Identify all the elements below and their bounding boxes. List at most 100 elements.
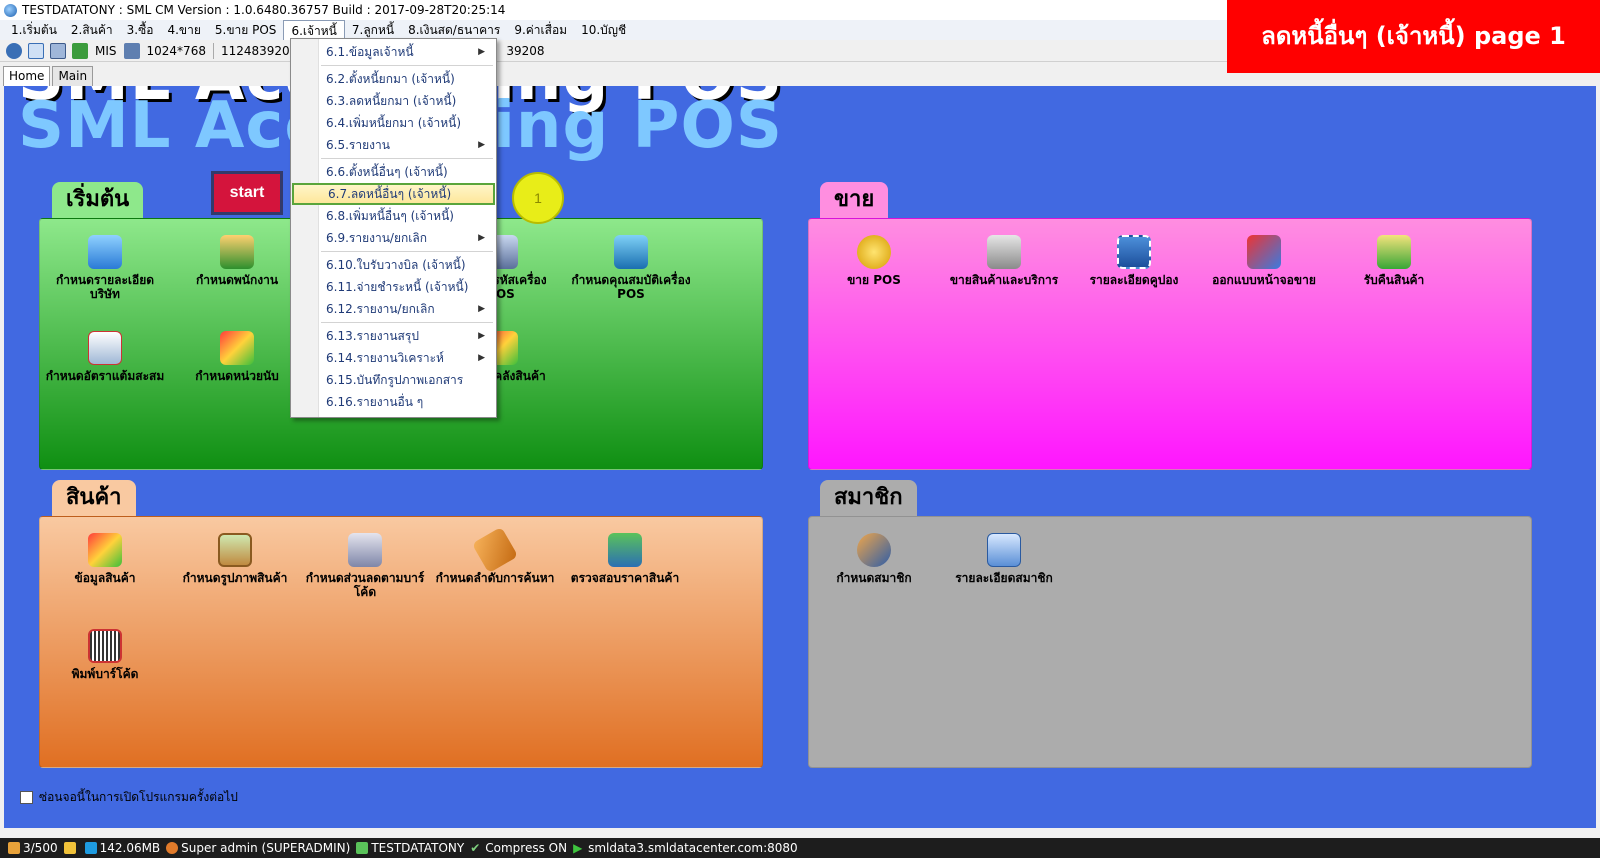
user-icon: [166, 842, 179, 854]
menu-creditor[interactable]: 6.เจ้าหนี้: [283, 20, 345, 40]
edit-document-icon: [88, 331, 122, 365]
menu-item-6-16[interactable]: 6.16.รายงานอื่น ๆ: [292, 391, 495, 413]
check-icon: ✔: [470, 841, 481, 855]
chart-icon[interactable]: [72, 42, 88, 59]
status-compress: Compress ON: [485, 841, 568, 855]
check-books-icon: [608, 533, 642, 567]
tag-icon: [471, 526, 519, 574]
menu-item-6-1[interactable]: 6.1.ข้อมูลเจ้าหนี้ ▶: [292, 41, 495, 63]
menu-item-6-6[interactable]: 6.6.ตั้งหนี้อื่นๆ (เจ้าหนี้): [292, 161, 495, 183]
tile-sell-goods-services[interactable]: ขายสินค้าและบริการ: [943, 235, 1065, 287]
menu-debtor[interactable]: 7.ลูกหนี้: [345, 20, 401, 40]
menu-item-6-2[interactable]: 6.2.ตั้งหนี้ยกมา (เจ้าหนี้): [292, 68, 495, 90]
menu-sell-pos[interactable]: 5.ขาย POS: [208, 20, 284, 40]
dont-show-label: ซ่อนจอนี้ในการเปิดโปรแกรมครั้งต่อไป: [39, 790, 238, 804]
menu-item-6-14[interactable]: 6.14.รายงานวิเคราะห์ ▶: [292, 347, 495, 369]
window-icon[interactable]: [28, 42, 44, 59]
tile-employees[interactable]: กำหนดพนักงาน: [176, 235, 298, 287]
page-banner: ลดหนี้อื่นๆ (เจ้าหนี้) page 1: [1227, 0, 1600, 73]
chevron-down-icon[interactable]: [6, 42, 22, 59]
tile-return-goods[interactable]: รับคืนสินค้า: [1333, 235, 1455, 287]
toolbar-separator: [212, 42, 214, 59]
barcode-icon: [88, 629, 122, 663]
panel-start-title: เริ่มต้น: [52, 182, 144, 218]
main-area: SML Accounting POS SML Accounting POS เร…: [4, 86, 1596, 828]
tile-design-sell-screen[interactable]: ออกแบบหน้าจอขาย: [1203, 235, 1325, 287]
window-title: TESTDATATONY : SML CM Version : 1.0.6480…: [22, 3, 506, 17]
menu-item-6-15[interactable]: 6.15.บันทึกรูปภาพเอกสาร: [292, 369, 495, 391]
tile-goods-info[interactable]: ข้อมูลสินค้า: [44, 533, 166, 585]
tile-sell-pos[interactable]: ขาย POS: [813, 235, 935, 287]
tile-points-rate[interactable]: กำหนดอัตราแต้มสะสม: [44, 331, 166, 383]
id-card-icon: [987, 533, 1021, 567]
tile-units[interactable]: กำหนดหน่วยนับ: [176, 331, 298, 383]
menu-buy[interactable]: 3.ซื้อ: [120, 20, 161, 40]
return-box-icon: [1377, 235, 1411, 269]
tab-main[interactable]: Main: [52, 66, 94, 86]
menu-start[interactable]: 1.เริ่มต้น: [4, 20, 64, 40]
menu-item-6-10[interactable]: 6.10.ใบรับวางบิล (เจ้าหนี้): [292, 254, 495, 276]
tile-barcode-discount[interactable]: กำหนดส่วนลดตามบาร์โค้ด: [304, 533, 426, 599]
tile-goods-pictures[interactable]: กำหนดรูปภาพสินค้า: [174, 533, 296, 585]
menu-item-6-8[interactable]: 6.8.เพิ่มหนี้อื่นๆ (เจ้าหนี้): [292, 205, 495, 227]
tile-member-details[interactable]: รายละเอียดสมาชิก: [943, 533, 1065, 585]
dont-show-checkbox[interactable]: [20, 791, 33, 804]
status-user: Super admin (SUPERADMIN): [181, 841, 351, 855]
tile-pos-properties[interactable]: กำหนดคุณสมบัติเครื่อง POS: [570, 235, 692, 301]
status-database: TESTDATATONY: [371, 841, 465, 855]
users-icon: [8, 842, 20, 854]
app-icon: [4, 3, 17, 17]
start-button[interactable]: start: [211, 171, 283, 215]
house-icon: [88, 235, 122, 269]
tab-home[interactable]: Home: [3, 66, 51, 86]
menu-cash-bank[interactable]: 8.เงินสด/ธนาคาร: [401, 20, 507, 40]
play-icon: ▶: [573, 841, 583, 855]
panel-member: กำหนดสมาชิก รายละเอียดสมาชิก: [808, 516, 1532, 768]
panel-goods-title: สินค้า: [52, 480, 136, 516]
id-label-left: 1124839208: [220, 43, 298, 58]
menu-accounting[interactable]: 10.บัญชี: [574, 20, 633, 40]
menu-goods[interactable]: 2.สินค้า: [64, 20, 120, 40]
panel-sell: ขาย POS ขายสินค้าและบริการ รายละเอียดคูป…: [808, 218, 1532, 470]
tile-coupon-details[interactable]: รายละเอียดคูปอง: [1073, 235, 1195, 287]
menu-item-6-4[interactable]: 6.4.เพิ่มหนี้ยกมา (เจ้าหนี้): [292, 112, 495, 134]
tile-check-price[interactable]: ตรวจสอบราคาสินค้า: [564, 533, 686, 585]
menu-item-6-13[interactable]: 6.13.รายงานสรุป ▶: [292, 325, 495, 347]
barcode-printer-icon: [348, 533, 382, 567]
picture-icon: [218, 533, 252, 567]
menu-separator: [321, 158, 493, 159]
submenu-arrow-icon: ▶: [478, 353, 485, 363]
menu-separator: [321, 322, 493, 323]
tile-define-member[interactable]: กำหนดสมาชิก: [813, 533, 935, 585]
mis-label[interactable]: MIS: [95, 44, 117, 58]
tile-company-details[interactable]: กำหนดรายละเอียดบริษัท: [44, 235, 166, 301]
calculator-icon[interactable]: [50, 42, 66, 59]
menu-item-6-9[interactable]: 6.9.รายงาน/ยกเลิก ▶: [292, 227, 495, 249]
resolution-label: 1024*768: [146, 43, 206, 58]
id-label-right: 39208: [506, 43, 545, 58]
menu-item-6-3[interactable]: 6.3.ลดหนี้ยกมา (เจ้าหนี้): [292, 90, 495, 112]
creditor-dropdown-menu: 6.1.ข้อมูลเจ้าหนี้ ▶ 6.2.ตั้งหนี้ยกมา (เจ…: [290, 38, 497, 418]
panel-goods: ข้อมูลสินค้า กำหนดรูปภาพสินค้า กำหนดส่วน…: [39, 516, 763, 768]
menu-item-6-5[interactable]: 6.5.รายงาน ▶: [292, 134, 495, 156]
panel-member-title: สมาชิก: [820, 480, 917, 516]
status-users: 3/500: [23, 841, 58, 855]
panel-sell-title: ขาย: [820, 182, 889, 218]
database-icon: [356, 842, 369, 854]
step-callout: 1: [512, 172, 564, 224]
key-icon: [63, 842, 76, 854]
menu-sell[interactable]: 4.ขาย: [160, 20, 207, 40]
menu-item-6-11[interactable]: 6.11.จ่ายชำระหนี้ (เจ้าหนี้): [292, 276, 495, 298]
menu-depreciation[interactable]: 9.ค่าเสื่อม: [507, 20, 574, 40]
memory-icon: [84, 842, 97, 854]
tile-search-order[interactable]: กำหนดลำดับการค้นหา: [434, 526, 556, 585]
boxes-icon: [220, 331, 254, 365]
tile-print-barcode[interactable]: พิมพ์บาร์โค้ด: [44, 629, 166, 681]
dont-show-option[interactable]: ซ่อนจอนี้ในการเปิดโปรแกรมครั้งต่อไป: [20, 788, 238, 807]
users-icon: [220, 235, 254, 269]
submenu-arrow-icon: ▶: [478, 233, 485, 243]
menu-item-6-7[interactable]: 6.7.ลดหนี้อื่นๆ (เจ้าหนี้): [292, 183, 495, 205]
submenu-arrow-icon: ▶: [478, 304, 485, 314]
menu-item-6-12[interactable]: 6.12.รายงาน/ยกเลิก ▶: [292, 298, 495, 320]
submenu-arrow-icon: ▶: [478, 331, 485, 341]
